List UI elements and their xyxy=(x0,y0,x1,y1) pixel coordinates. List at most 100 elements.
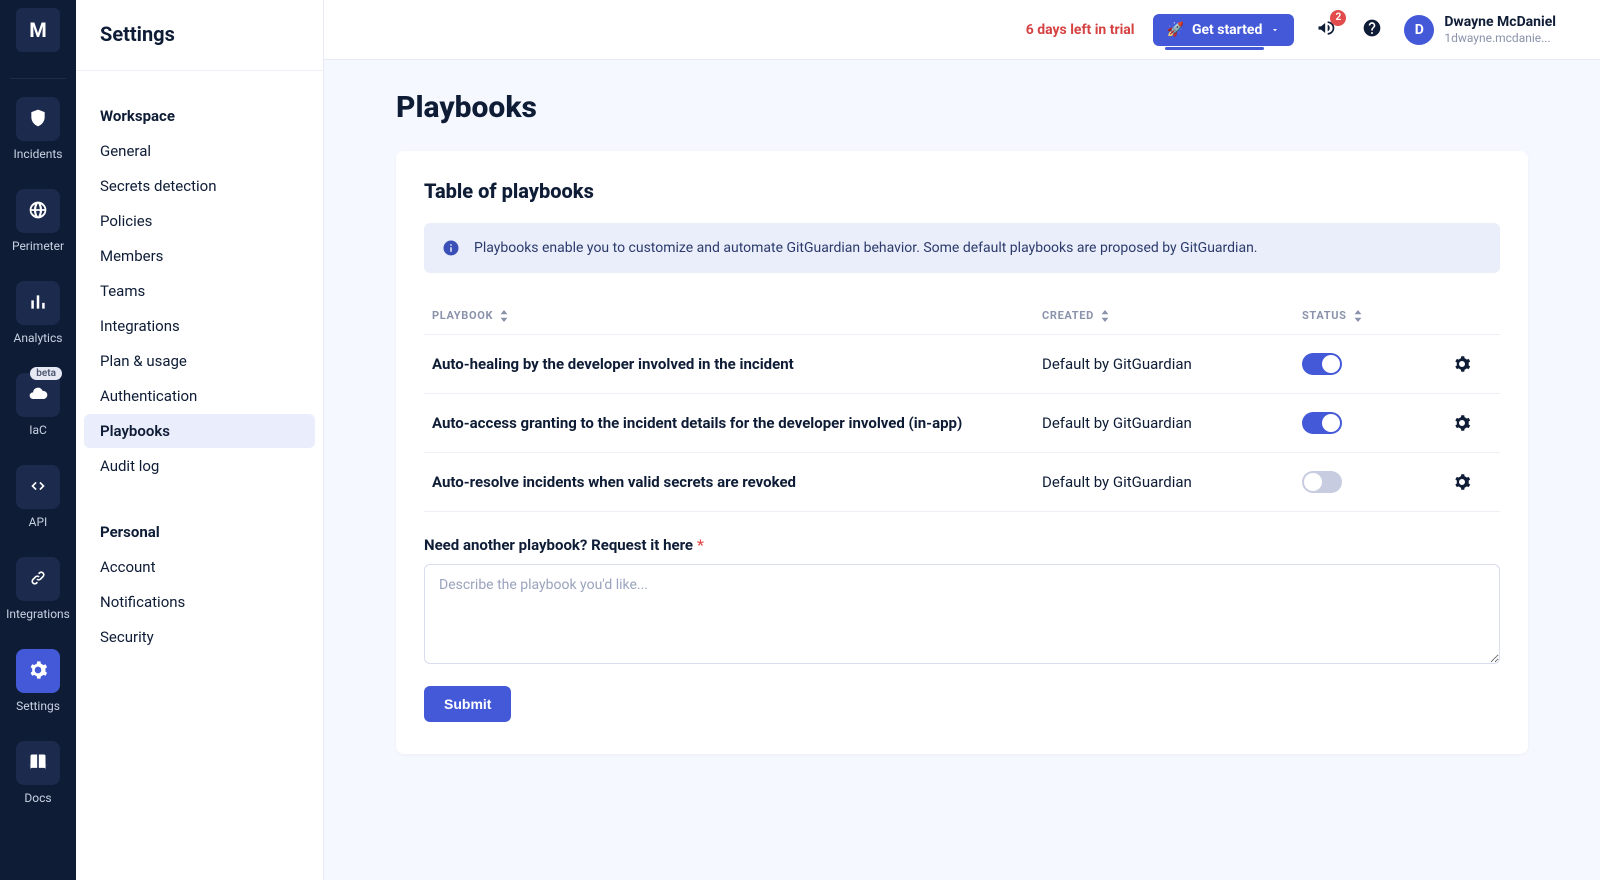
status-toggle[interactable] xyxy=(1302,412,1342,434)
sidebar-link-audit-log[interactable]: Audit log xyxy=(84,449,315,483)
link-icon xyxy=(28,568,48,591)
rail-label: Analytics xyxy=(14,331,63,345)
settings-sidebar: Settings Workspace General Secrets detec… xyxy=(76,0,324,880)
request-label-text: Need another playbook? Request it here xyxy=(424,536,693,554)
playbooks-card: Table of playbooks Playbooks enable you … xyxy=(396,151,1528,754)
gear-icon xyxy=(1453,473,1471,491)
rail-divider xyxy=(10,78,66,79)
gear-icon xyxy=(28,660,48,683)
rail-item-incidents[interactable]: Incidents xyxy=(14,97,63,161)
playbook-created: Default by GitGuardian xyxy=(1042,473,1302,491)
help-icon xyxy=(1362,18,1382,42)
playbook-name: Auto-resolve incidents when valid secret… xyxy=(432,473,1042,491)
row-settings-button[interactable] xyxy=(1453,355,1471,373)
column-created[interactable]: CREATED xyxy=(1042,309,1302,322)
row-settings-button[interactable] xyxy=(1453,473,1471,491)
sidebar-link-integrations[interactable]: Integrations xyxy=(84,309,315,343)
sidebar-link-playbooks[interactable]: Playbooks xyxy=(84,414,315,448)
status-toggle[interactable] xyxy=(1302,471,1342,493)
rail-label: Perimeter xyxy=(12,239,64,253)
code-icon xyxy=(28,476,48,499)
sort-icon xyxy=(499,310,509,322)
sidebar-link-teams[interactable]: Teams xyxy=(84,274,315,308)
sidebar-link-plan-usage[interactable]: Plan & usage xyxy=(84,344,315,378)
column-status[interactable]: STATUS xyxy=(1302,309,1432,322)
table-row: Auto-healing by the developer involved i… xyxy=(424,335,1500,394)
sidebar-link-account[interactable]: Account xyxy=(84,550,315,584)
page-title: Playbooks xyxy=(396,90,1528,125)
trial-countdown: 6 days left in trial xyxy=(1026,22,1135,38)
table-row: Auto-access granting to the incident det… xyxy=(424,394,1500,453)
playbook-created: Default by GitGuardian xyxy=(1042,414,1302,432)
cloud-icon xyxy=(28,384,48,407)
required-star: * xyxy=(697,536,704,554)
rail-item-settings[interactable]: Settings xyxy=(16,649,60,713)
rail-item-integrations[interactable]: Integrations xyxy=(6,557,70,621)
submit-button[interactable]: Submit xyxy=(424,686,511,722)
sidebar-link-security[interactable]: Security xyxy=(84,620,315,654)
globe-icon xyxy=(28,200,48,223)
sidebar-title: Settings xyxy=(76,0,323,71)
gear-icon xyxy=(1453,414,1471,432)
announcements-button[interactable]: 2 xyxy=(1312,16,1340,44)
column-label: STATUS xyxy=(1302,309,1347,322)
get-started-label: Get started xyxy=(1192,22,1262,38)
rail-label: IaC xyxy=(29,423,47,437)
sidebar-link-general[interactable]: General xyxy=(84,134,315,168)
user-name: Dwayne McDaniel xyxy=(1444,14,1556,31)
rocket-icon: 🚀 xyxy=(1167,22,1184,38)
sidebar-section-workspace: Workspace xyxy=(84,99,315,133)
beta-badge: beta xyxy=(30,367,62,380)
sidebar-link-members[interactable]: Members xyxy=(84,239,315,273)
notification-badge: 2 xyxy=(1330,10,1346,26)
rail-item-docs[interactable]: Docs xyxy=(16,741,60,805)
info-icon xyxy=(442,239,460,257)
info-banner-text: Playbooks enable you to customize and au… xyxy=(474,240,1258,256)
row-settings-button[interactable] xyxy=(1453,414,1471,432)
nav-rail: M Incidents Perimeter Analytics beta IaC… xyxy=(0,0,76,880)
rail-item-analytics[interactable]: Analytics xyxy=(14,281,63,345)
sidebar-link-secrets-detection[interactable]: Secrets detection xyxy=(84,169,315,203)
rail-label: Docs xyxy=(24,791,51,805)
sidebar-link-notifications[interactable]: Notifications xyxy=(84,585,315,619)
rail-item-iac[interactable]: beta IaC xyxy=(16,373,60,437)
rail-item-api[interactable]: API xyxy=(16,465,60,529)
avatar: D xyxy=(1404,15,1434,45)
playbook-name: Auto-healing by the developer involved i… xyxy=(432,355,1042,373)
request-label: Need another playbook? Request it here* xyxy=(424,536,1500,554)
bar-chart-icon xyxy=(28,292,48,315)
get-started-button[interactable]: 🚀 Get started xyxy=(1153,14,1295,46)
sidebar-link-authentication[interactable]: Authentication xyxy=(84,379,315,413)
info-banner: Playbooks enable you to customize and au… xyxy=(424,223,1500,273)
topbar: 6 days left in trial 🚀 Get started 2 D D… xyxy=(324,0,1600,60)
help-button[interactable] xyxy=(1358,16,1386,44)
playbook-name: Auto-access granting to the incident det… xyxy=(432,414,1042,432)
playbook-created: Default by GitGuardian xyxy=(1042,355,1302,373)
status-toggle[interactable] xyxy=(1302,353,1342,375)
sidebar-section-personal: Personal xyxy=(84,515,315,549)
user-email: 1dwayne.mcdanie... xyxy=(1444,31,1556,45)
user-menu[interactable]: D Dwayne McDaniel 1dwayne.mcdanie... xyxy=(1404,14,1576,45)
book-icon xyxy=(28,752,48,775)
main: 6 days left in trial 🚀 Get started 2 D D… xyxy=(324,0,1600,880)
sort-icon xyxy=(1100,310,1110,322)
brand-logo[interactable]: M xyxy=(16,8,60,52)
shield-icon xyxy=(28,108,48,131)
sort-icon xyxy=(1353,310,1363,322)
rail-label: Incidents xyxy=(14,147,63,161)
column-label: CREATED xyxy=(1042,309,1094,322)
rail-label: Integrations xyxy=(6,607,70,621)
column-label: PLAYBOOK xyxy=(432,309,493,322)
table-row: Auto-resolve incidents when valid secret… xyxy=(424,453,1500,512)
chevron-down-icon xyxy=(1566,25,1576,35)
gear-icon xyxy=(1453,355,1471,373)
request-textarea[interactable] xyxy=(424,564,1500,664)
column-playbook[interactable]: PLAYBOOK xyxy=(432,309,1042,322)
sidebar-link-policies[interactable]: Policies xyxy=(84,204,315,238)
chevron-down-icon xyxy=(1270,25,1280,35)
rail-item-perimeter[interactable]: Perimeter xyxy=(12,189,64,253)
table-header: PLAYBOOK CREATED STATUS xyxy=(424,297,1500,335)
content: Playbooks Table of playbooks Playbooks e… xyxy=(324,60,1600,880)
rail-label: API xyxy=(29,515,48,529)
rail-label: Settings xyxy=(16,699,60,713)
